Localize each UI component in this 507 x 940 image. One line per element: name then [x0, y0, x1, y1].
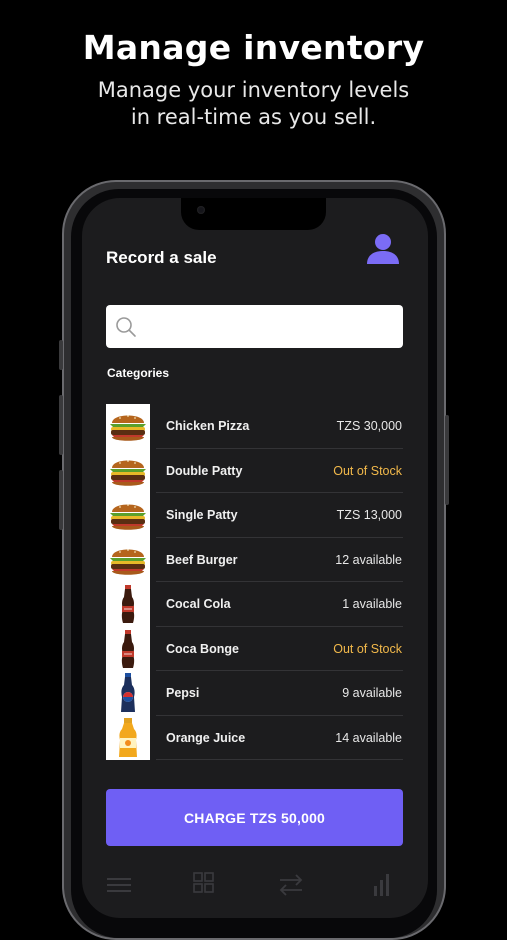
- product-name: Chicken Pizza: [166, 419, 250, 433]
- row-divider: [156, 759, 403, 760]
- product-list: Chicken Pizza TZS 30,000 Double Patty Out o…: [106, 404, 403, 760]
- burger-image: [106, 404, 150, 449]
- cola-bottle-image: [106, 626, 150, 671]
- product-status: TZS 13,000: [336, 508, 402, 522]
- product-name: Beef Burger: [166, 552, 238, 567]
- juice-bottle-image: [106, 715, 150, 760]
- grid-icon[interactable]: [189, 870, 219, 900]
- promo-subtitle: Manage your inventory levels in real-tim…: [0, 77, 507, 131]
- product-name: Single Patty: [166, 508, 238, 522]
- search-field[interactable]: [106, 305, 403, 348]
- product-row[interactable]: Double Patty Out of Stock: [106, 448, 403, 493]
- camera-notch: [181, 198, 326, 230]
- promo-subtitle-line: Manage your inventory levels: [97, 78, 410, 102]
- product-row[interactable]: Chicken Pizza TZS 30,000: [106, 404, 403, 449]
- product-name: Orange Juice: [166, 730, 246, 745]
- search-icon: [115, 316, 137, 338]
- product-name: Pepsi: [166, 686, 200, 700]
- product-name: Cocal Cola: [166, 597, 231, 611]
- product-row[interactable]: Single Patty TZS 13,000: [106, 493, 403, 538]
- product-status: TZS 30,000: [336, 419, 402, 433]
- bottom-tab-bar: [82, 868, 428, 918]
- cola-bottle-image: [106, 582, 150, 627]
- charge-button[interactable]: CHARGE TZS 50,000: [106, 789, 403, 846]
- promo-title: Manage inventory: [82, 28, 425, 67]
- product-status: 12 available: [335, 552, 402, 567]
- product-name: Double Patty: [166, 463, 243, 478]
- bar-chart-icon[interactable]: [367, 870, 397, 900]
- search-input[interactable]: [142, 305, 397, 348]
- app-screen: Record a sale Categories Chicken Pizza TZ…: [82, 198, 428, 918]
- product-name: Coca Bonge: [166, 641, 239, 656]
- product-row[interactable]: Beef Burger 12 available: [106, 537, 403, 582]
- product-status: 9 available: [342, 686, 402, 700]
- product-status: Out of Stock: [333, 463, 402, 478]
- burger-image: [106, 448, 150, 493]
- phone-side-button: [59, 340, 63, 370]
- product-status: 14 available: [335, 730, 402, 745]
- page-title: Record a sale: [106, 248, 217, 267]
- product-status: 1 available: [342, 597, 402, 611]
- product-row[interactable]: Orange Juice 14 available: [106, 715, 403, 760]
- product-row[interactable]: Coca Bonge Out of Stock: [106, 626, 403, 671]
- burger-image: [106, 493, 150, 538]
- product-row[interactable]: Cocal Cola 1 available: [106, 582, 403, 627]
- categories-label: Categories: [107, 366, 170, 380]
- product-row[interactable]: Pepsi 9 available: [106, 671, 403, 716]
- phone-side-button: [445, 415, 449, 505]
- transfer-icon[interactable]: [276, 870, 306, 900]
- burger-image: [106, 537, 150, 582]
- promo-subtitle-line: in real-time as you sell.: [130, 105, 377, 129]
- phone-side-button: [59, 470, 63, 530]
- profile-icon[interactable]: [366, 233, 400, 265]
- pepsi-bottle-image: [106, 671, 150, 716]
- product-status: Out of Stock: [333, 641, 402, 656]
- phone-side-button: [59, 395, 63, 455]
- menu-icon[interactable]: [104, 870, 134, 900]
